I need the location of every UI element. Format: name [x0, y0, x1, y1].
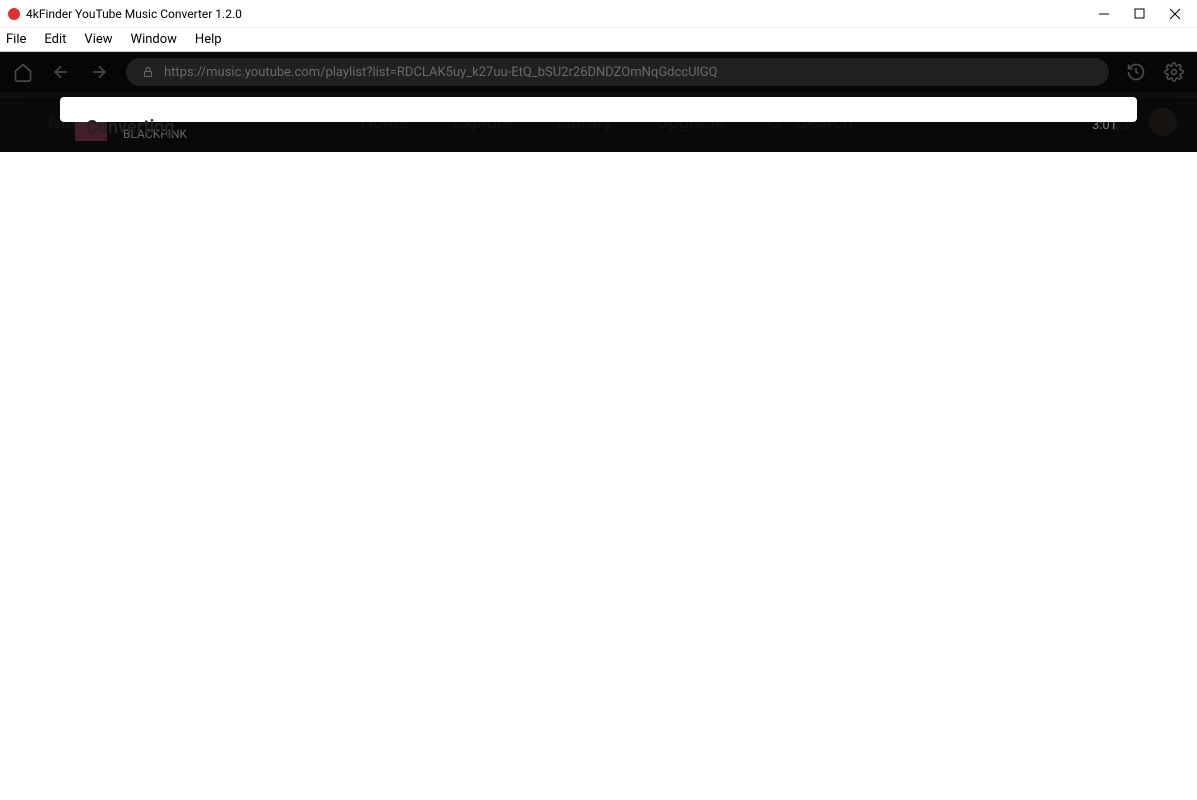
- window-minimize-button[interactable]: [1098, 8, 1110, 20]
- forward-icon[interactable]: [88, 61, 110, 83]
- dialog-title: Converting: [60, 97, 1137, 150]
- content-area: Music Home Explore Library Upgrade Searc…: [0, 92, 1197, 152]
- settings-icon[interactable]: [1163, 61, 1185, 83]
- history-icon[interactable]: [1125, 61, 1147, 83]
- home-icon[interactable]: [12, 61, 34, 83]
- url-bar[interactable]: https://music.youtube.com/playlist?list=…: [126, 58, 1109, 86]
- window-maximize-button[interactable]: [1134, 8, 1145, 19]
- menu-edit[interactable]: Edit: [44, 32, 66, 47]
- menubar: File Edit View Window Help: [0, 28, 1197, 52]
- menu-window[interactable]: Window: [131, 32, 177, 47]
- converting-dialog: Converting Title▲▼ Artist▲▼ Album▲▼ Dura…: [60, 97, 1137, 122]
- app-icon: [8, 8, 20, 20]
- window-close-button[interactable]: [1169, 8, 1181, 20]
- browser-toolbar: https://music.youtube.com/playlist?list=…: [0, 52, 1197, 92]
- url-text: https://music.youtube.com/playlist?list=…: [164, 65, 718, 80]
- lock-icon: [142, 66, 154, 78]
- back-icon[interactable]: [50, 61, 72, 83]
- window-title: 4kFinder YouTube Music Converter 1.2.0: [26, 7, 1098, 21]
- menu-file[interactable]: File: [6, 32, 26, 47]
- window-titlebar: 4kFinder YouTube Music Converter 1.2.0: [0, 0, 1197, 28]
- menu-view[interactable]: View: [84, 32, 112, 47]
- menu-help[interactable]: Help: [195, 32, 222, 47]
